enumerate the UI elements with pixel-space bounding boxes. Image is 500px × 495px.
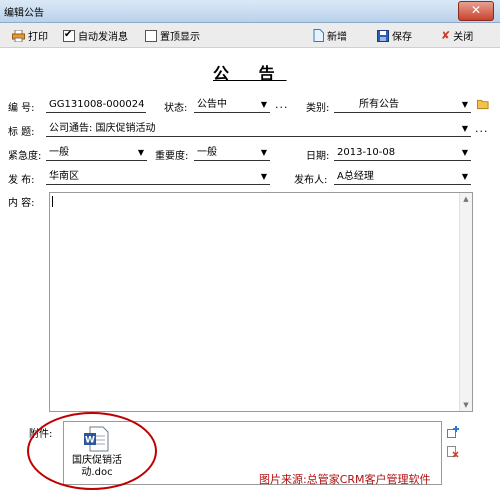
- floppy-disk-icon: [377, 29, 389, 42]
- new-document-icon: [313, 29, 324, 42]
- publisher-dropdown-icon[interactable]: ▼: [462, 169, 468, 184]
- date-dropdown-icon[interactable]: ▼: [462, 145, 468, 160]
- printer-icon: [12, 29, 25, 42]
- close-button[interactable]: ✘ 关闭: [441, 28, 473, 43]
- print-button[interactable]: 打印: [12, 28, 48, 43]
- status-more-button[interactable]: ...: [275, 98, 289, 111]
- publisher-label: 发布人:: [294, 175, 328, 186]
- subject-more-button[interactable]: ...: [475, 122, 489, 135]
- text-caret: [52, 196, 53, 207]
- publisher-select[interactable]: A总经理 ▼: [334, 169, 471, 185]
- publish-label: 发 布:: [8, 175, 35, 186]
- content-scrollbar[interactable]: ▲ ▼: [459, 193, 472, 411]
- urgency-label: 紧急度:: [8, 151, 42, 162]
- highlight-ellipse: [27, 412, 157, 490]
- toolbar: 打印 自动发消息 置顶显示 新增 保存 ✘ 关闭: [0, 23, 500, 48]
- publish-value: 华南区: [49, 171, 79, 182]
- content-label: 内 容:: [8, 198, 35, 209]
- importance-value: 一般: [197, 147, 217, 158]
- status-value: 公告中: [197, 99, 227, 110]
- pin-top-label: 置顶显示: [160, 32, 200, 43]
- new-button[interactable]: 新增: [313, 28, 347, 43]
- source-watermark: 图片来源:总管家CRM客户管理软件: [259, 473, 431, 486]
- publish-dropdown-icon[interactable]: ▼: [261, 169, 267, 184]
- status-label: 状态:: [164, 103, 188, 114]
- print-label: 打印: [28, 32, 48, 43]
- number-label: 编 号:: [8, 103, 35, 114]
- importance-select[interactable]: 一般 ▼: [194, 145, 270, 161]
- subject-select[interactable]: 公司通告: 国庆促销活动 ▼: [46, 121, 471, 137]
- save-button[interactable]: 保存: [377, 28, 412, 43]
- category-label: 类别:: [306, 103, 330, 114]
- category-value: 所有公告: [359, 99, 399, 110]
- subject-value: 公司通告: 国庆促销活动: [49, 123, 156, 134]
- urgency-value: 一般: [49, 147, 69, 158]
- close-x-icon: ✘: [441, 29, 451, 42]
- date-label: 日期:: [306, 151, 330, 162]
- subject-dropdown-icon[interactable]: ▼: [462, 121, 468, 136]
- page-title: 公 告: [213, 64, 287, 83]
- status-select[interactable]: 公告中 ▼: [194, 97, 270, 113]
- window-title: 编辑公告: [4, 8, 44, 19]
- folder-open-icon[interactable]: [477, 98, 489, 110]
- window-close-button[interactable]: ✕: [458, 1, 494, 21]
- category-dropdown-icon[interactable]: ▼: [462, 97, 468, 112]
- publish-select[interactable]: 华南区 ▼: [46, 169, 270, 185]
- date-value: 2013-10-08: [337, 147, 396, 158]
- subject-label: 标 题:: [8, 127, 35, 138]
- content-textarea[interactable]: ▲ ▼: [49, 192, 473, 412]
- importance-dropdown-icon[interactable]: ▼: [261, 145, 267, 160]
- new-label: 新增: [327, 32, 347, 43]
- auto-send-label: 自动发消息: [78, 32, 128, 43]
- delete-attachment-icon[interactable]: [447, 446, 459, 458]
- pin-top-check-icon[interactable]: [145, 29, 157, 42]
- add-attachment-icon[interactable]: [447, 426, 459, 438]
- pin-top-checkbox[interactable]: 置顶显示: [145, 28, 200, 43]
- number-value: GG131008-000024: [49, 99, 145, 110]
- publisher-value: A总经理: [337, 171, 374, 182]
- save-label: 保存: [392, 32, 412, 43]
- category-select[interactable]: 所有公告 ▼: [334, 97, 471, 113]
- urgency-select[interactable]: 一般 ▼: [46, 145, 147, 161]
- auto-send-checkbox[interactable]: 自动发消息: [63, 28, 128, 43]
- scroll-down-icon[interactable]: ▼: [460, 399, 472, 411]
- number-field[interactable]: GG131008-000024: [46, 97, 146, 113]
- urgency-dropdown-icon[interactable]: ▼: [138, 145, 144, 160]
- status-dropdown-icon[interactable]: ▼: [261, 97, 267, 112]
- auto-send-check-icon[interactable]: [63, 29, 75, 42]
- importance-label: 重要度:: [155, 151, 189, 162]
- window-titlebar: 编辑公告 ✕: [0, 0, 500, 23]
- date-picker[interactable]: 2013-10-08 ▼: [334, 145, 471, 161]
- close-label: 关闭: [453, 32, 474, 43]
- scroll-up-icon[interactable]: ▲: [460, 193, 472, 205]
